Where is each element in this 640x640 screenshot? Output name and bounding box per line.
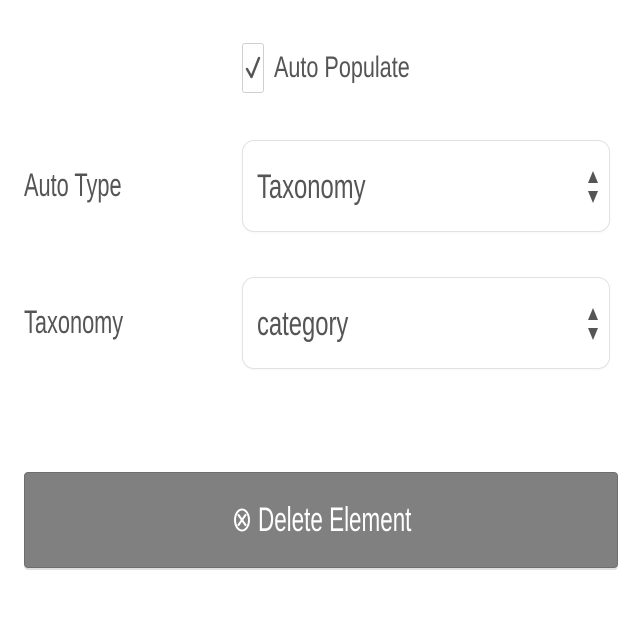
circle-x-icon	[234, 507, 250, 533]
delete-element-label: Delete Element	[258, 501, 412, 539]
auto-populate-row: Auto Populate	[242, 40, 462, 96]
delete-element-button[interactable]: Delete Element	[24, 472, 618, 568]
auto-type-selected-value: Taxonomy	[257, 168, 366, 206]
auto-type-label: Auto Type	[24, 167, 122, 203]
auto-populate-label[interactable]: Auto Populate	[274, 40, 410, 96]
auto-type-row: Auto Type Taxonomy	[0, 140, 640, 234]
taxonomy-select[interactable]: category	[242, 277, 610, 369]
select-arrows-icon	[587, 306, 599, 342]
checkmark-icon	[245, 56, 261, 79]
taxonomy-selected-value: category	[257, 305, 349, 343]
taxonomy-row: Taxonomy category	[0, 277, 640, 371]
taxonomy-label: Taxonomy	[24, 304, 124, 340]
auto-populate-checkbox[interactable]	[242, 43, 264, 93]
element-settings-panel: Auto Populate Auto Type Taxonomy Taxonom…	[0, 0, 640, 640]
auto-type-select[interactable]: Taxonomy	[242, 140, 610, 232]
select-arrows-icon	[587, 169, 599, 205]
